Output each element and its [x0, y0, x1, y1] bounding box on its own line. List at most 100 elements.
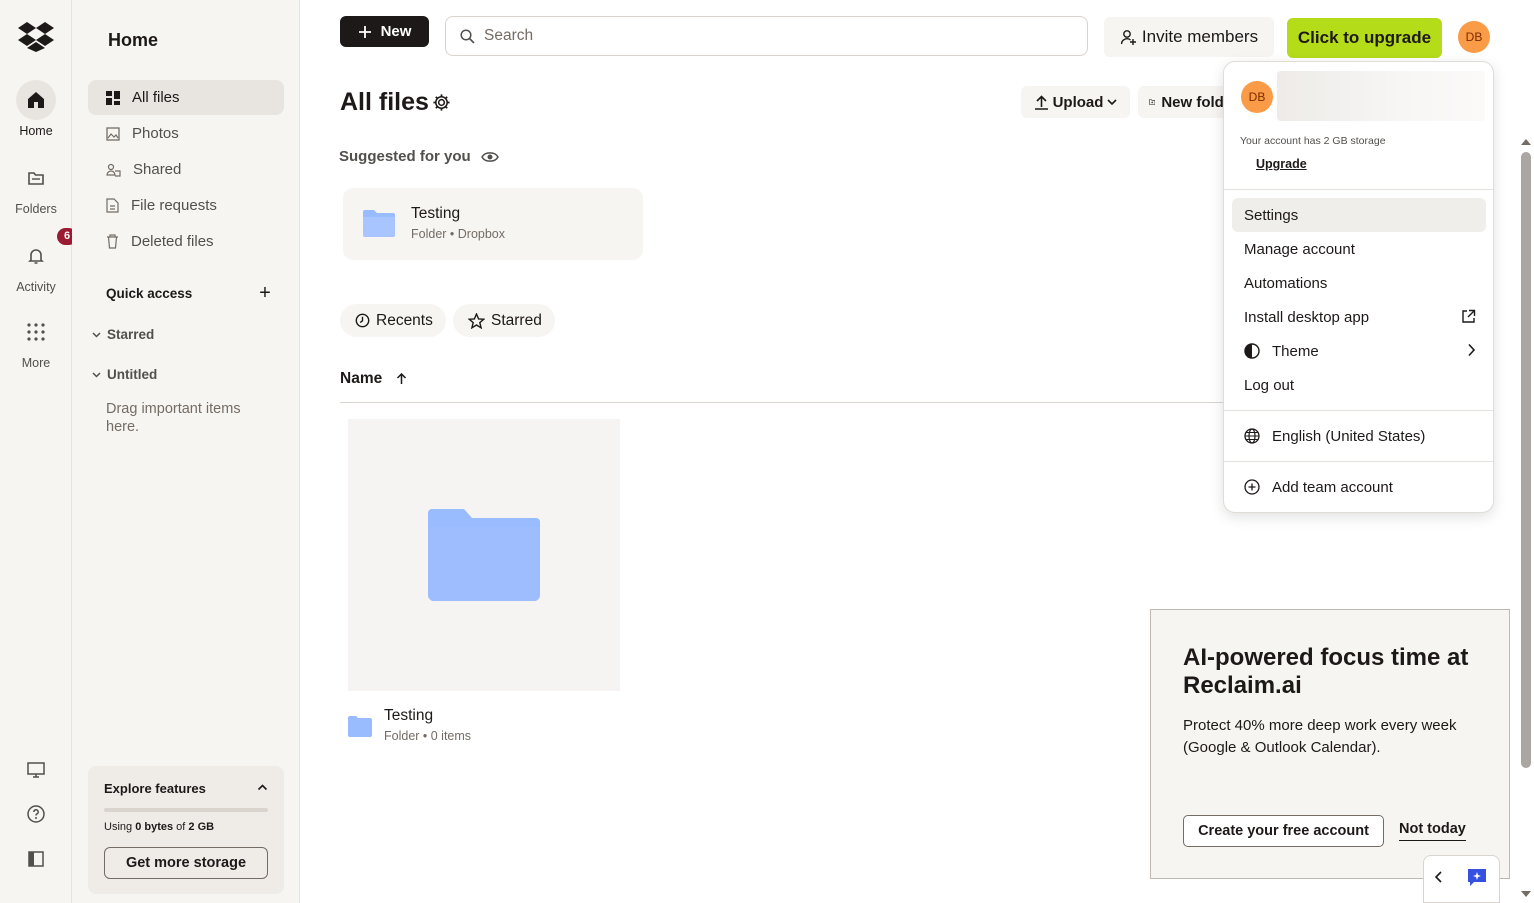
drag-hint: Drag important items here. [106, 401, 241, 435]
file-tile-thumbnail[interactable] [348, 419, 620, 691]
divider [1224, 189, 1493, 190]
not-today-link[interactable]: Not today [1399, 821, 1466, 841]
recents-filter-chip[interactable]: Recents [340, 304, 446, 337]
upgrade-button[interactable]: Click to upgrade [1287, 18, 1442, 58]
sidebar-item-label: Deleted files [131, 233, 214, 250]
globe-icon [1244, 428, 1260, 444]
invite-label: Invite members [1141, 27, 1259, 46]
folders-icon [28, 172, 44, 185]
sidebar-item-all-files[interactable]: All files [88, 80, 284, 115]
sidebar-title: Home [108, 30, 159, 50]
rail-label: Activity [16, 280, 56, 294]
photos-icon [106, 126, 120, 141]
storage-progress-bar [104, 808, 268, 812]
menu-item-add-team-account[interactable]: Add team account [1232, 470, 1486, 504]
suggested-folder-card[interactable]: Testing Folder • Dropbox [343, 188, 643, 260]
bell-icon [28, 249, 44, 264]
plus-icon [358, 25, 371, 38]
menu-item-theme[interactable]: Theme [1232, 334, 1486, 368]
create-account-button[interactable]: Create your free account [1183, 815, 1384, 847]
gear-icon[interactable] [432, 93, 451, 117]
add-circle-icon [1244, 479, 1260, 495]
chevron-down-icon [92, 332, 101, 338]
home-icon [28, 92, 44, 108]
sidebar-item-photos[interactable]: Photos [88, 116, 284, 151]
untitled-section-toggle[interactable]: Untitled [92, 367, 157, 382]
shared-icon [106, 163, 121, 177]
menu-item-install-desktop-app[interactable]: Install desktop app [1232, 300, 1486, 334]
scroll-up-icon[interactable] [1521, 138, 1531, 146]
divider [1224, 461, 1493, 462]
theme-icon [1244, 343, 1260, 359]
menu-upgrade-link[interactable]: Upgrade [1256, 157, 1307, 171]
search-icon [460, 28, 475, 44]
upload-icon [1034, 94, 1048, 110]
rail-item-more[interactable]: More [0, 312, 72, 370]
divider [340, 402, 1230, 403]
chevron-down-icon [1107, 99, 1117, 106]
chevron-up-icon[interactable] [257, 780, 268, 798]
add-person-icon [1120, 29, 1136, 45]
upload-button[interactable]: Upload [1021, 86, 1130, 118]
menu-item-label: Theme [1272, 342, 1319, 360]
new-button[interactable]: New [340, 16, 429, 47]
search-input[interactable]: Search [445, 16, 1088, 56]
starred-label: Starred [107, 327, 155, 342]
menu-item-label: Log out [1244, 376, 1295, 394]
name-column-label: Name [340, 370, 383, 387]
promo-banner: AI-powered focus time at Reclaim.ai Prot… [1150, 609, 1510, 879]
file-name[interactable]: Testing [384, 707, 433, 725]
storage-usage-text: Using 0 bytes of 2 GB [104, 821, 215, 833]
starred-filter-chip[interactable]: Starred [453, 304, 555, 337]
menu-item-label: Install desktop app [1244, 308, 1370, 326]
chat-icon[interactable] [1466, 867, 1488, 892]
sidebar-item-deleted-files[interactable]: Deleted files [88, 224, 284, 259]
invite-members-button[interactable]: Invite members [1104, 17, 1274, 57]
folder-icon [363, 210, 395, 237]
scrollbar-thumb[interactable] [1521, 152, 1531, 768]
menu-item-log-out[interactable]: Log out [1232, 368, 1486, 402]
scroll-down-icon[interactable] [1521, 890, 1531, 898]
rail-item-activity[interactable]: 6 Activity [0, 228, 77, 294]
folder-icon [428, 509, 540, 601]
rail-item-home[interactable]: Home [0, 80, 72, 138]
trash-icon [107, 234, 118, 249]
suggested-heading: Suggested for you [339, 148, 499, 165]
eye-icon[interactable] [480, 150, 499, 164]
suggested-folder-name: Testing [411, 205, 461, 222]
sort-ascending-icon [397, 373, 407, 384]
sidebar-item-shared[interactable]: Shared [88, 152, 284, 187]
menu-item-label: Settings [1244, 206, 1299, 224]
menu-item-automations[interactable]: Automations [1232, 266, 1486, 300]
suggested-folder-meta: Folder • Dropbox [411, 227, 506, 241]
rail-item-folders[interactable]: Folders [0, 158, 72, 216]
grid-icon [27, 323, 45, 341]
recents-label: Recents [376, 311, 433, 329]
collapse-sidebar-icon[interactable] [24, 847, 48, 871]
new-button-label: New [380, 23, 412, 40]
promo-title: AI-powered focus time at Reclaim.ai [1183, 644, 1469, 699]
dropbox-logo-icon[interactable] [18, 20, 54, 52]
avatar[interactable]: DB [1458, 21, 1490, 53]
clock-icon [355, 313, 370, 328]
get-more-storage-button[interactable]: Get more storage [104, 847, 268, 879]
sidebar-item-label: Shared [133, 161, 182, 178]
menu-item-settings[interactable]: Settings [1232, 198, 1486, 232]
rail-label: More [21, 356, 51, 370]
menu-item-manage-account[interactable]: Manage account [1232, 232, 1486, 266]
chat-widget [1423, 855, 1500, 903]
chevron-down-icon [92, 372, 101, 378]
sidebar-item-file-requests[interactable]: File requests [88, 188, 284, 223]
help-icon[interactable] [24, 802, 48, 826]
quick-access-heading: Quick access [106, 286, 193, 301]
starred-section-toggle[interactable]: Starred [92, 327, 154, 342]
explore-title: Explore features [104, 781, 206, 796]
page-title: All files [340, 88, 429, 116]
desktop-app-icon[interactable] [24, 758, 48, 782]
menu-item-label: Automations [1244, 274, 1328, 292]
name-column-header[interactable]: Name [340, 370, 407, 388]
add-quick-access-icon[interactable]: + [256, 283, 274, 303]
chevron-left-icon[interactable] [1424, 870, 1452, 888]
menu-item-language[interactable]: English (United States) [1232, 419, 1486, 453]
menu-item-label: English (United States) [1272, 427, 1426, 445]
